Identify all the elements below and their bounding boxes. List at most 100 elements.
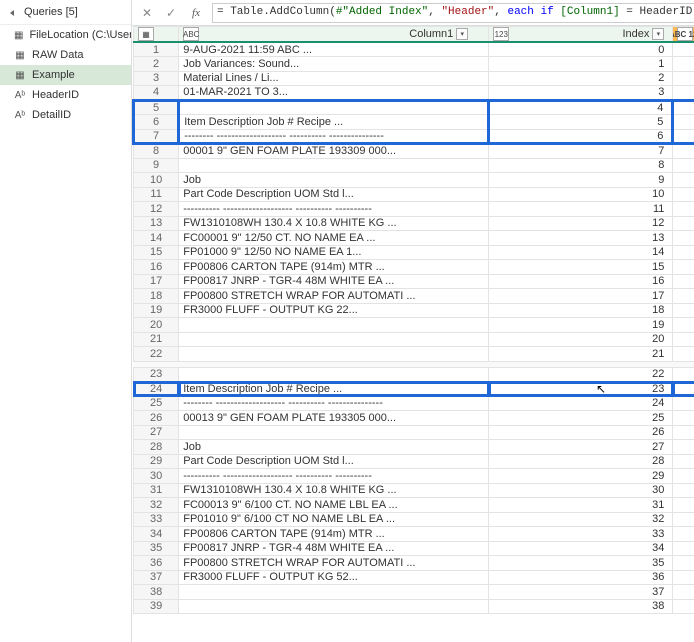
cell-column1[interactable] (179, 367, 489, 382)
row-number[interactable]: 17 (134, 274, 179, 289)
table-row[interactable]: 2 Job Variances: Sound...1null (134, 57, 694, 72)
table-row[interactable]: 19 FR3000 FLUFF - OUTPUT KG 22...18null (134, 303, 694, 318)
cell-column1[interactable]: Part Code Description UOM Std l... (179, 454, 489, 469)
cell-header[interactable]: null (673, 483, 694, 498)
data-grid[interactable]: ▦ ABC Column1 ▾ 123 Index ▾ (132, 26, 694, 642)
cell-column1[interactable] (179, 347, 489, 362)
table-row[interactable]: 10 Job9null (134, 173, 694, 188)
cell-column1[interactable]: FC00001 9" 12/50 CT. NO NAME EA ... (179, 231, 489, 246)
cell-column1[interactable]: 01-MAR-2021 TO 3... (179, 86, 489, 101)
table-row[interactable]: 19-AUG-2021 11:59 ABC ...0null (134, 42, 694, 57)
cell-header[interactable]: 23 (673, 382, 694, 397)
table-row[interactable]: 7-------- ------------------- ----------… (134, 129, 694, 144)
cell-column1[interactable]: Part Code Description UOM Std l... (179, 187, 489, 202)
row-number[interactable]: 6 (134, 115, 179, 130)
row-number[interactable]: 15 (134, 245, 179, 260)
cell-header[interactable]: null (673, 556, 694, 571)
table-row[interactable]: 3938null (134, 599, 694, 614)
row-number[interactable]: 2 (134, 57, 179, 72)
table-row[interactable]: 54null (134, 100, 694, 115)
cell-header[interactable]: null (673, 541, 694, 556)
cell-column1[interactable]: FW1310108WH 130.4 X 10.8 WHITE KG ... (179, 216, 489, 231)
table-row[interactable]: 2726null (134, 425, 694, 440)
cell-index[interactable]: 21 (489, 347, 673, 362)
cell-index[interactable]: 8 (489, 158, 673, 173)
cell-header[interactable]: null (673, 498, 694, 513)
cell-index[interactable]: 19 (489, 318, 673, 333)
cell-column1[interactable] (179, 100, 489, 115)
cell-column1[interactable]: FP01010 9" 6/100 CT NO NAME LBL EA ... (179, 512, 489, 527)
cell-header[interactable]: null (673, 173, 694, 188)
row-number[interactable]: 20 (134, 318, 179, 333)
cell-header[interactable]: null (673, 42, 694, 57)
cell-header[interactable]: null (673, 396, 694, 411)
cell-index[interactable]: 37 (489, 585, 673, 600)
formula-cancel-icon[interactable]: ✕ (138, 4, 156, 22)
cell-column1[interactable]: FP00817 JNRP - TGR-4 48M WHITE EA ... (179, 274, 489, 289)
cell-column1[interactable]: Material Lines / Li... (179, 71, 489, 86)
cell-index[interactable]: 23 (489, 382, 673, 397)
cell-column1[interactable] (179, 599, 489, 614)
row-number[interactable]: 34 (134, 527, 179, 542)
cell-column1[interactable]: FP01000 9" 12/50 NO NAME EA 1... (179, 245, 489, 260)
query-item[interactable]: ▦Example (0, 65, 131, 85)
table-row[interactable]: 4 01-MAR-2021 TO 3...3null (134, 86, 694, 101)
cell-header[interactable]: null (673, 86, 694, 101)
row-number[interactable]: 24 (134, 382, 179, 397)
cell-column1[interactable]: 00001 9" GEN FOAM PLATE 193309 000... (179, 144, 489, 159)
row-number[interactable]: 31 (134, 483, 179, 498)
cell-column1[interactable]: FP00806 CARTON TAPE (914m) MTR ... (179, 527, 489, 542)
cell-index[interactable]: 27 (489, 440, 673, 455)
cell-index[interactable]: 22 (489, 367, 673, 382)
cell-index[interactable]: 14 (489, 245, 673, 260)
cell-column1[interactable]: FR3000 FLUFF - OUTPUT KG 52... (179, 570, 489, 585)
cell-header[interactable]: null (673, 425, 694, 440)
table-row[interactable]: 35 FP00817 JNRP - TGR-4 48M WHITE EA ...… (134, 541, 694, 556)
cell-index[interactable]: 2 (489, 71, 673, 86)
cell-index[interactable]: 5 (489, 115, 673, 130)
row-number[interactable]: 39 (134, 599, 179, 614)
query-item[interactable]: ▦FileLocation (C:\Users\lisde... (0, 25, 131, 45)
cell-header[interactable]: null (673, 231, 694, 246)
cell-header[interactable]: null (673, 158, 694, 173)
queries-header[interactable]: Queries [5] (0, 0, 131, 25)
cell-index[interactable]: 7 (489, 144, 673, 159)
cell-header[interactable]: null (673, 129, 694, 144)
cell-index[interactable]: 13 (489, 231, 673, 246)
cell-column1[interactable]: Item Description Job # Recipe ... (179, 115, 489, 130)
index-filter-icon[interactable]: ▾ (652, 28, 664, 40)
table-row[interactable]: 28 Job27null (134, 440, 694, 455)
cell-header[interactable]: null (673, 599, 694, 614)
cell-column1[interactable]: ---------- ------------------- ---------… (179, 469, 489, 484)
cell-header[interactable]: null (673, 332, 694, 347)
table-row[interactable]: 16 FP00806 CARTON TAPE (914m) MTR ...15n… (134, 260, 694, 275)
table-row[interactable]: 33 FP01010 9" 6/100 CT NO NAME LBL EA ..… (134, 512, 694, 527)
cell-header[interactable]: null (673, 245, 694, 260)
cell-header[interactable]: null (673, 469, 694, 484)
cell-index[interactable]: 35 (489, 556, 673, 571)
cell-column1[interactable] (179, 425, 489, 440)
cell-index[interactable]: 20 (489, 332, 673, 347)
cell-column1[interactable]: FP00806 CARTON TAPE (914m) MTR ... (179, 260, 489, 275)
row-number[interactable]: 5 (134, 100, 179, 115)
cell-column1[interactable]: Job (179, 440, 489, 455)
row-number[interactable]: 1 (134, 42, 179, 57)
cell-index[interactable]: 26 (489, 425, 673, 440)
cell-index[interactable]: 34 (489, 541, 673, 556)
cell-index[interactable]: 32 (489, 512, 673, 527)
cell-column1[interactable]: 00013 9" GEN FOAM PLATE 193305 000... (179, 411, 489, 426)
table-row[interactable]: 2322null (134, 367, 694, 382)
table-row[interactable]: 98null (134, 158, 694, 173)
row-number[interactable]: 25 (134, 396, 179, 411)
query-item[interactable]: AᵇDetailID (0, 105, 131, 125)
cell-column1[interactable]: -------- ------------------- ---------- … (179, 396, 489, 411)
cell-index[interactable]: 33 (489, 527, 673, 542)
cell-column1[interactable]: FC00013 9" 6/100 CT. NO NAME LBL EA ... (179, 498, 489, 513)
row-number[interactable]: 26 (134, 411, 179, 426)
cell-column1[interactable] (179, 585, 489, 600)
query-item[interactable]: AᵇHeaderID (0, 85, 131, 105)
row-number[interactable]: 19 (134, 303, 179, 318)
table-row[interactable]: 17 FP00817 JNRP - TGR-4 48M WHITE EA ...… (134, 274, 694, 289)
row-number[interactable]: 16 (134, 260, 179, 275)
cell-index[interactable]: 12 (489, 216, 673, 231)
